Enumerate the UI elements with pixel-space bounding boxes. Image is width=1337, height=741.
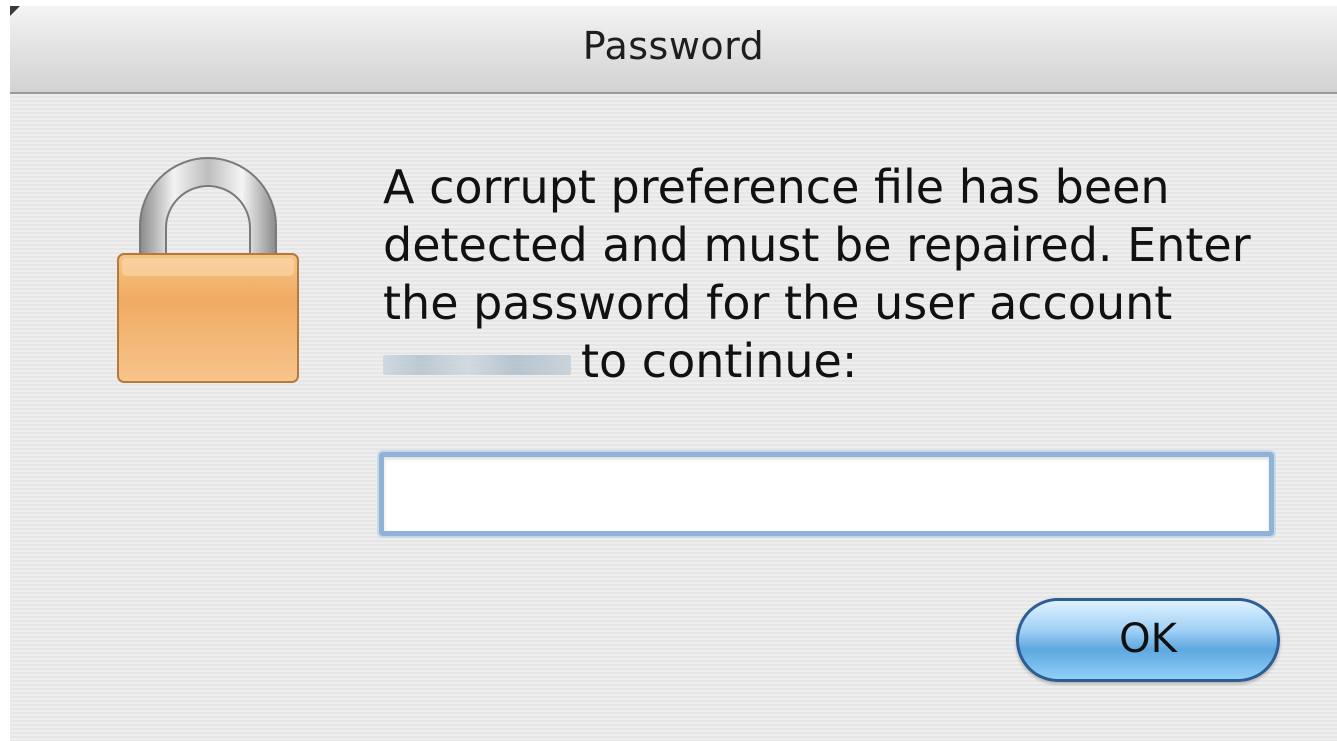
window-title: Password: [582, 24, 765, 68]
lock-icon: [117, 157, 299, 383]
dialog-message: A corrupt preference file has been detec…: [383, 158, 1293, 390]
message-line: to continue:: [383, 332, 1293, 390]
password-input[interactable]: [379, 452, 1274, 536]
message-line: the password for the user account: [383, 276, 1173, 330]
title-bar[interactable]: Password: [10, 6, 1337, 94]
ok-button[interactable]: OK: [1016, 598, 1280, 682]
message-line-suffix: to continue:: [581, 334, 858, 388]
redacted-username: [383, 354, 571, 375]
window-corner-mark: [10, 6, 20, 16]
message-line: detected and must be repaired. Enter: [383, 218, 1251, 272]
password-dialog: Password A corrupt preference file has b…: [10, 6, 1337, 741]
message-line: A corrupt preference file has been: [383, 160, 1170, 214]
